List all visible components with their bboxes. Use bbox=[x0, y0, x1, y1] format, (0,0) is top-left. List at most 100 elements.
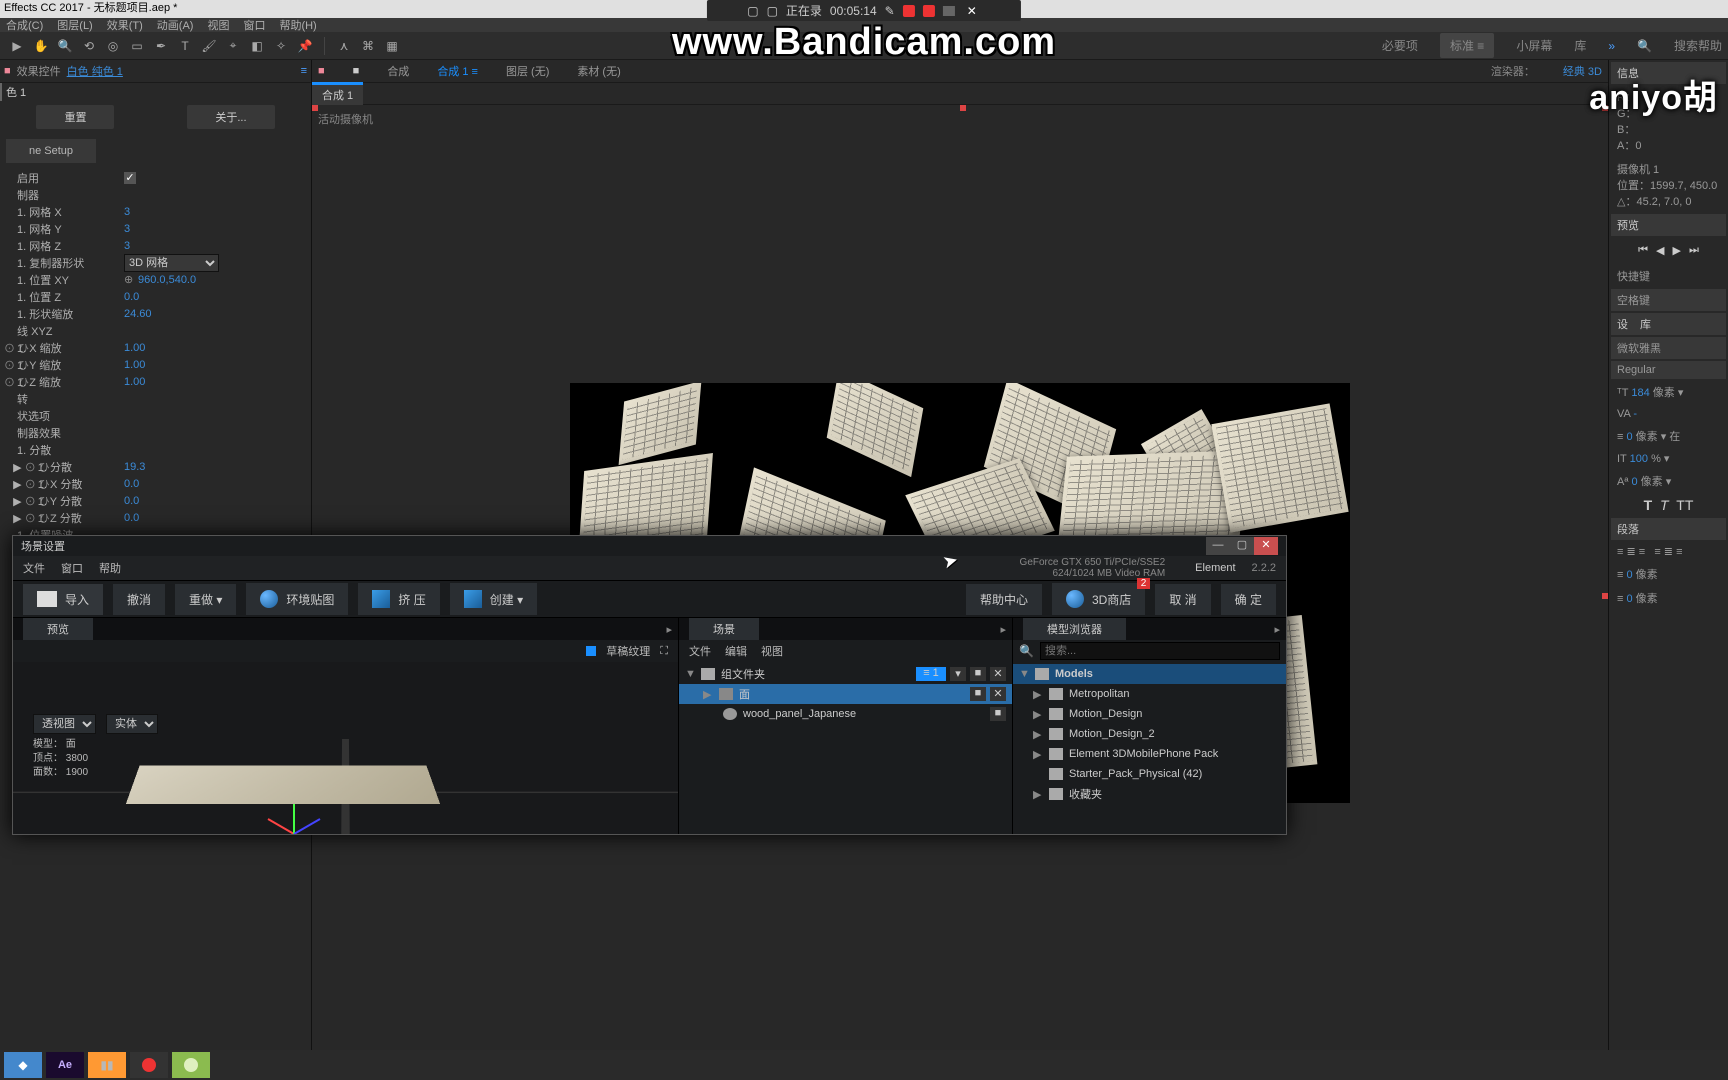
lock-icon[interactable]: ■ bbox=[4, 65, 11, 77]
info-panel-tab[interactable]: 信息 bbox=[1611, 62, 1726, 84]
redo-button[interactable]: 重做 ▾ bbox=[175, 584, 236, 615]
renderer-value[interactable]: 经典 3D bbox=[1563, 63, 1602, 79]
cancel-button[interactable]: 取 消 bbox=[1155, 584, 1210, 615]
rotate-tool-icon[interactable]: ⟲ bbox=[80, 37, 98, 55]
hand-tool-icon[interactable]: ✋ bbox=[32, 37, 50, 55]
taskbar-bandicam[interactable] bbox=[130, 1052, 168, 1078]
import-button[interactable]: 导入 bbox=[23, 584, 103, 615]
workspace-lib[interactable]: 库 bbox=[1574, 37, 1586, 54]
about-button[interactable]: 关于... bbox=[187, 105, 274, 129]
3d-store-button[interactable]: 3D商店 2 bbox=[1052, 583, 1145, 615]
preview-tab[interactable]: 预览 bbox=[23, 618, 93, 640]
font-weight-select[interactable]: Regular bbox=[1611, 361, 1726, 379]
align-buttons[interactable]: ≡ ≣ ≡ ≡ ≣ ≡ bbox=[1611, 542, 1726, 561]
scene-setup-button[interactable]: ne Setup bbox=[6, 139, 96, 163]
models-root[interactable]: ▼ Models bbox=[1013, 664, 1286, 684]
start-button[interactable]: ◆ bbox=[4, 1052, 42, 1078]
scene-file-menu[interactable]: 文件 bbox=[689, 643, 711, 659]
scene-view-menu[interactable]: 视图 bbox=[761, 643, 783, 659]
help-center-button[interactable]: 帮助中心 bbox=[966, 584, 1042, 615]
prop-value[interactable]: 0.0 bbox=[124, 512, 139, 524]
snap-icon[interactable]: ⌘ bbox=[359, 37, 377, 55]
puppet-tool-icon[interactable]: 📌 bbox=[296, 37, 314, 55]
axis-icon[interactable]: ⋏ bbox=[335, 37, 353, 55]
footage-viewer-tab[interactable]: 素材 (无) bbox=[577, 63, 620, 79]
environment-button[interactable]: 环境贴图 bbox=[246, 583, 348, 615]
extrude-button[interactable]: 挤 压 bbox=[358, 583, 439, 615]
stopwatch-icon[interactable]: ⊙ ひ bbox=[25, 493, 35, 509]
menu-window[interactable]: 窗口 bbox=[243, 17, 265, 33]
brush-tool-icon[interactable]: 🖌 bbox=[200, 37, 218, 55]
model-search-input[interactable] bbox=[1040, 642, 1280, 660]
prop-value[interactable]: 1.00 bbox=[124, 342, 145, 354]
checkbox[interactable]: ✓ bbox=[124, 172, 136, 184]
grid-icon[interactable]: ▦ bbox=[383, 37, 401, 55]
stopwatch-icon[interactable]: ⊙ ひ bbox=[25, 476, 35, 492]
clone-tool-icon[interactable]: ⌖ bbox=[224, 37, 242, 55]
roto-tool-icon[interactable]: ✧ bbox=[272, 37, 290, 55]
ok-button[interactable]: 确 定 bbox=[1221, 584, 1276, 615]
shade-select[interactable]: 实体 bbox=[106, 714, 158, 734]
prop-value[interactable]: 960.0,540.0 bbox=[138, 274, 196, 286]
menu-comp[interactable]: 合成(C) bbox=[6, 17, 43, 33]
workspace-essentials[interactable]: 必要项 bbox=[1382, 37, 1418, 54]
workspace-more-icon[interactable]: » bbox=[1608, 39, 1615, 53]
dropdown[interactable]: 3D 网格 bbox=[124, 254, 219, 272]
pack-motion-design-2[interactable]: ▶Motion_Design_2 bbox=[1013, 724, 1286, 744]
view-select[interactable]: 透视图 bbox=[33, 714, 96, 734]
pack-motion-design[interactable]: ▶Motion_Design bbox=[1013, 704, 1286, 724]
e3d-window-menu[interactable]: 窗口 bbox=[61, 560, 83, 576]
menu-view[interactable]: 视图 bbox=[207, 17, 229, 33]
menu-anim[interactable]: 动画(A) bbox=[157, 17, 194, 33]
text-tool-icon[interactable]: T bbox=[176, 37, 194, 55]
search-help[interactable]: 搜索帮助 bbox=[1674, 37, 1722, 54]
expand-icon[interactable]: ▸ bbox=[1000, 623, 1006, 636]
comp-active-tab[interactable]: 合成 1 ≡ bbox=[437, 63, 478, 79]
pack-mobile-phone[interactable]: ▶Element 3DMobilePhone Pack bbox=[1013, 744, 1286, 764]
search-help-icon[interactable]: 🔍 bbox=[1637, 39, 1652, 53]
prop-value[interactable]: 0.0 bbox=[124, 478, 139, 490]
group-folder[interactable]: ▼ 组文件夹 ≡ 1▾■✕ bbox=[679, 664, 1012, 684]
prop-value[interactable]: 0.0 bbox=[124, 495, 139, 507]
close-button[interactable]: ✕ bbox=[1254, 537, 1278, 555]
reset-button[interactable]: 重置 bbox=[36, 105, 114, 129]
link-icon[interactable]: ⊕ bbox=[124, 273, 138, 286]
minimize-button[interactable]: — bbox=[1206, 537, 1230, 555]
e3d-viewport[interactable]: 透视图 实体 模型： 面 顶点： 3800 面数： 1900 bbox=[13, 662, 678, 834]
orbit-tool-icon[interactable]: ◎ bbox=[104, 37, 122, 55]
draft-checkbox[interactable] bbox=[586, 646, 596, 656]
scene-edit-menu[interactable]: 编辑 bbox=[725, 643, 747, 659]
layer-link[interactable]: 白色 纯色 1 bbox=[67, 63, 123, 79]
scene-tab[interactable]: 场景 bbox=[689, 618, 759, 640]
taskbar-app[interactable] bbox=[172, 1052, 210, 1078]
stopwatch-icon[interactable]: ⊙ ひ bbox=[25, 510, 35, 526]
layer-viewer-tab[interactable]: 图层 (无) bbox=[506, 63, 549, 79]
pack-metropolitan[interactable]: ▶Metropolitan bbox=[1013, 684, 1286, 704]
prop-value[interactable]: 1.00 bbox=[124, 359, 145, 371]
zoom-tool-icon[interactable]: 🔍 bbox=[56, 37, 74, 55]
prop-value[interactable]: 0.0 bbox=[124, 291, 139, 303]
prop-value[interactable]: 1.00 bbox=[124, 376, 145, 388]
rect-tool-icon[interactable]: ▭ bbox=[128, 37, 146, 55]
pen-tool-icon[interactable]: ✒ bbox=[152, 37, 170, 55]
playback-controls[interactable]: ⏮◀▶⏭ bbox=[1611, 238, 1726, 263]
eraser-tool-icon[interactable]: ◧ bbox=[248, 37, 266, 55]
stopwatch-icon[interactable]: ⊙ ひ bbox=[25, 459, 35, 475]
font-family-select[interactable]: 微软雅黑 bbox=[1611, 337, 1726, 359]
create-button[interactable]: 创建 ▾ bbox=[450, 583, 537, 615]
stopwatch-icon[interactable]: ⊙ ひ bbox=[4, 340, 14, 356]
face-item[interactable]: ▶ 面 ■✕ bbox=[679, 684, 1012, 704]
expand-icon[interactable]: ▸ bbox=[1274, 623, 1280, 636]
stopwatch-icon[interactable]: ⊙ ひ bbox=[4, 357, 14, 373]
preview-panel-tab[interactable]: 预览 bbox=[1611, 214, 1726, 236]
prop-value[interactable]: 3 bbox=[124, 223, 130, 235]
stopwatch-icon[interactable]: ⊙ ひ bbox=[4, 374, 14, 390]
workspace-small[interactable]: 小屏幕 bbox=[1516, 37, 1552, 54]
taskbar-vc[interactable]: ▮▮ bbox=[88, 1052, 126, 1078]
model-browser-tab[interactable]: 模型浏览器 bbox=[1023, 618, 1126, 640]
comp-name-tab[interactable]: 合成 1 bbox=[312, 82, 363, 105]
prop-value[interactable]: 3 bbox=[124, 206, 130, 218]
undo-button[interactable]: 撤消 bbox=[113, 584, 165, 615]
paragraph-panel-tab[interactable]: 段落 bbox=[1611, 518, 1726, 540]
taskbar-ae[interactable]: Ae bbox=[46, 1052, 84, 1078]
